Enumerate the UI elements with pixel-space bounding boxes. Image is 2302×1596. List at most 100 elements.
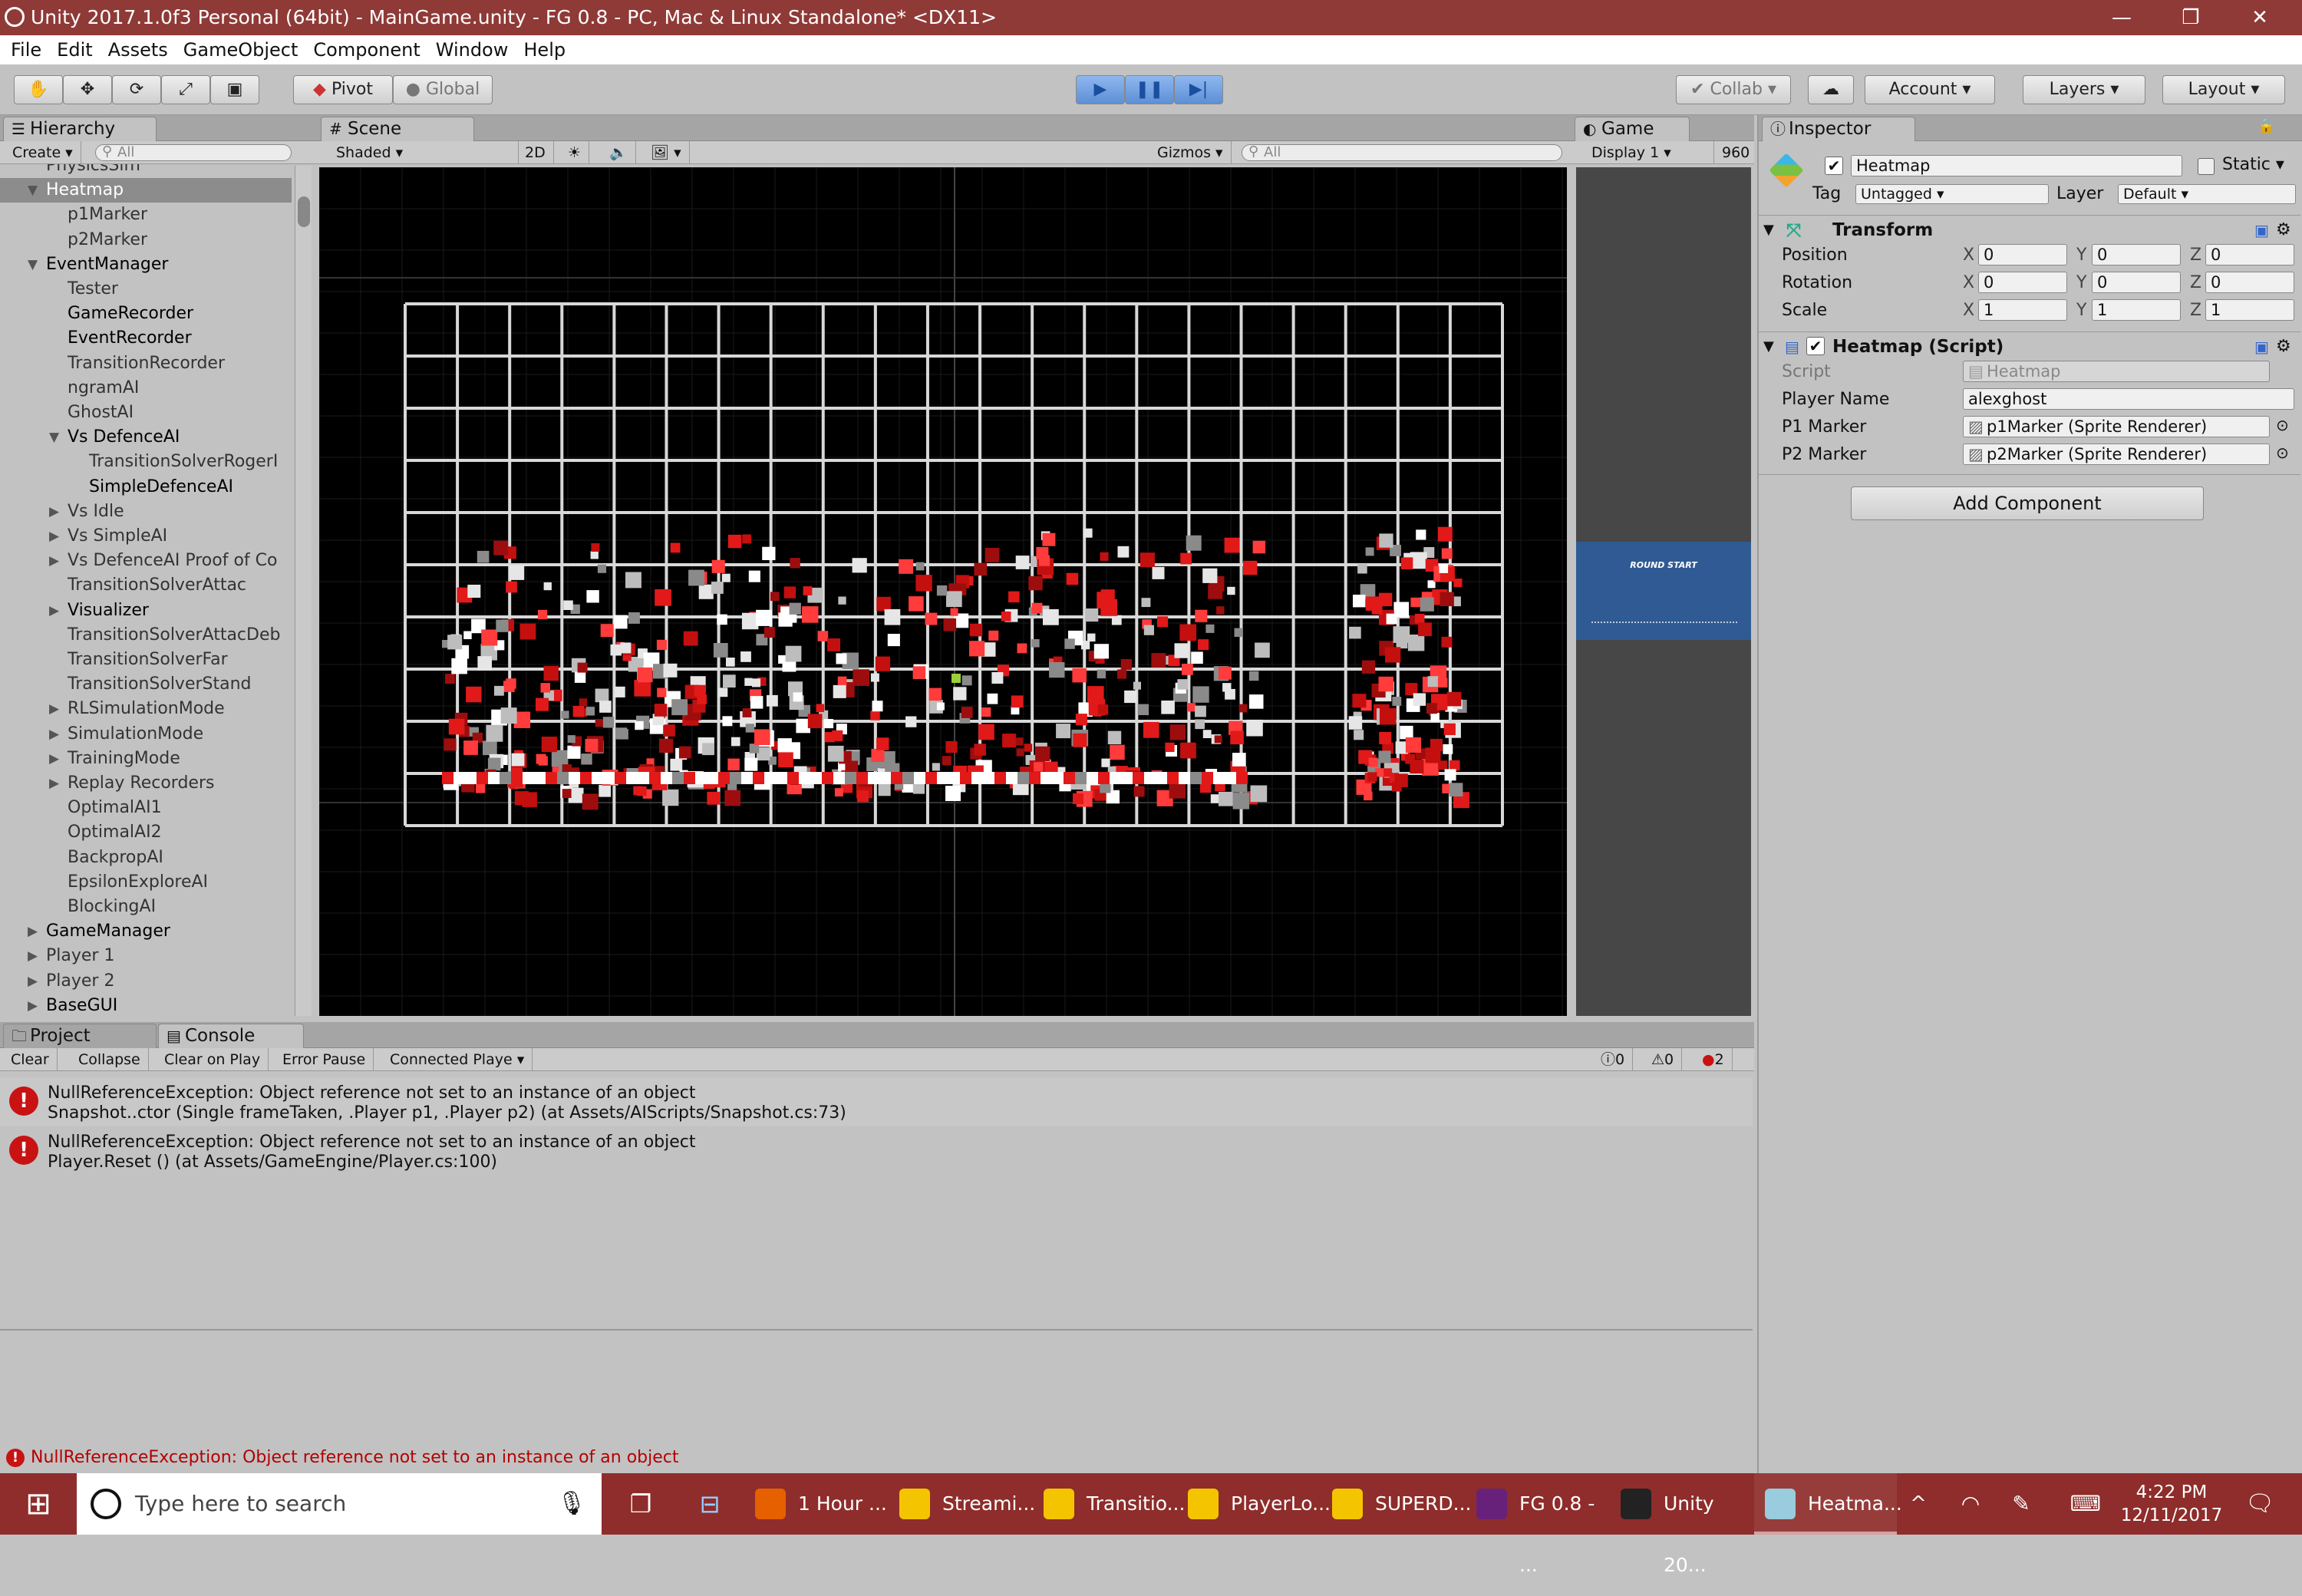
transform-field-y[interactable]: 1	[2092, 299, 2181, 321]
hierarchy-item[interactable]: TransitionRecorder	[0, 351, 292, 376]
taskbar-app-button[interactable]: SUPERD...	[1321, 1473, 1472, 1535]
expand-arrow-right-icon[interactable]: ▶	[49, 697, 59, 721]
expand-arrow-right-icon[interactable]: ▶	[49, 524, 59, 549]
resolution-dropdown[interactable]: 960	[1714, 141, 1759, 164]
hierarchy-item[interactable]: OptimalAI1	[0, 796, 292, 820]
game-view[interactable]: ROUND START	[1576, 167, 1751, 1016]
lock-icon[interactable]: 🔒	[2257, 118, 2274, 134]
lighting-toggle-icon[interactable]: ☀	[560, 141, 590, 164]
menu-file[interactable]: File	[0, 35, 46, 64]
object-picker-icon[interactable]: ⊙	[2276, 444, 2289, 462]
clear-button[interactable]: Clear	[3, 1048, 58, 1071]
close-button[interactable]: ✕	[2225, 0, 2294, 35]
transform-field-x[interactable]: 1	[1978, 299, 2067, 321]
object-name-field[interactable]: Heatmap	[1851, 155, 2182, 176]
transform-field-x[interactable]: 0	[1978, 272, 2067, 293]
expand-arrow-down-icon[interactable]: ▼	[49, 425, 59, 450]
layout-dropdown[interactable]: Layout ▾	[2162, 75, 2285, 104]
microphone-icon[interactable]: 🎙	[557, 1473, 586, 1535]
menu-gameobject[interactable]: GameObject	[173, 35, 303, 64]
tab-inspector[interactable]: ⓘ Inspector	[1762, 117, 1915, 141]
hierarchy-item[interactable]: ▶ Vs Idle	[0, 500, 292, 524]
step-button[interactable]: ▶|	[1174, 75, 1223, 104]
hierarchy-item[interactable]: TransitionSolverStand	[0, 672, 292, 697]
connected-player-dropdown[interactable]: Connected Playe ▾	[382, 1048, 533, 1071]
gear-icon[interactable]: ⚙	[2276, 216, 2291, 245]
hierarchy-item[interactable]: TransitionSolverRogerI	[0, 450, 292, 474]
active-checkbox[interactable]: ✔	[1825, 157, 1843, 175]
collab-dropdown[interactable]: ✔ Collab ▾	[1676, 75, 1791, 104]
scroll-thumb[interactable]	[298, 196, 310, 227]
help-icon[interactable]: ▣	[2254, 332, 2269, 361]
expand-arrow-right-icon[interactable]: ▶	[49, 500, 59, 524]
rotate-tool-button[interactable]: ⟳	[112, 75, 161, 104]
collapse-button[interactable]: Collapse	[71, 1048, 149, 1071]
hierarchy-item[interactable]: ▶ Replay Recorders	[0, 771, 292, 796]
object-picker-icon[interactable]: ⊙	[2276, 416, 2289, 434]
task-view-icon[interactable]: ❐	[614, 1473, 668, 1535]
transform-header[interactable]: ▼ ⤧ Transform ▣ ⚙	[1759, 215, 2300, 244]
transform-field-x[interactable]: 0	[1978, 244, 2067, 265]
transform-field-z[interactable]: 1	[2205, 299, 2294, 321]
hierarchy-item[interactable]: p1Marker	[0, 203, 292, 227]
hierarchy-item[interactable]: PhysicsSim	[0, 164, 292, 178]
transform-field-y[interactable]: 0	[2092, 272, 2181, 293]
shading-dropdown[interactable]: Shaded ▾	[328, 141, 519, 164]
move-tool-button[interactable]: ✥	[63, 75, 112, 104]
effects-dropdown-icon[interactable]: 🖼 ▾	[643, 141, 690, 164]
window-title-bar[interactable]: Unity 2017.1.0f3 Personal (64bit) - Main…	[0, 0, 2302, 35]
hierarchy-item[interactable]: TransitionSolverAttacDeb	[0, 623, 292, 648]
hierarchy-item[interactable]: ▶ Player 1	[0, 944, 292, 968]
pause-button[interactable]: ❚❚	[1125, 75, 1174, 104]
minimize-button[interactable]: —	[2087, 0, 2156, 35]
hierarchy-item[interactable]: Tester	[0, 277, 292, 302]
hierarchy-item[interactable]: BackpropAI	[0, 846, 292, 870]
transform-field-y[interactable]: 0	[2092, 244, 2181, 265]
heatmap-script-header[interactable]: ▼ ▤ ✔ Heatmap (Script) ▣ ⚙	[1759, 331, 2300, 361]
hierarchy-item[interactable]: p2Marker	[0, 228, 292, 252]
display-dropdown[interactable]: Display 1 ▾	[1584, 141, 1714, 164]
expand-arrow-right-icon[interactable]: ▶	[49, 771, 59, 796]
create-dropdown[interactable]: Create ▾	[5, 141, 81, 164]
gear-icon[interactable]: ⚙	[2276, 332, 2291, 361]
hierarchy-item[interactable]: GhostAI	[0, 401, 292, 425]
transform-field-z[interactable]: 0	[2205, 244, 2294, 265]
help-icon[interactable]: ▣	[2254, 216, 2269, 245]
expand-arrow-down-icon[interactable]: ▼	[28, 252, 38, 277]
taskbar-app-button[interactable]: FG 0.8 - ...	[1466, 1473, 1608, 1576]
status-bar[interactable]: ! NullReferenceException: Object referen…	[0, 1443, 1753, 1473]
tab-hierarchy[interactable]: ☰ Hierarchy	[3, 117, 157, 141]
hand-tool-button[interactable]: ✋	[14, 75, 63, 104]
hierarchy-item[interactable]: ▶ GameManager	[0, 919, 292, 944]
maximize-button[interactable]: ❐	[2156, 0, 2225, 35]
taskbar-app-button[interactable]: 1 Hour ...	[744, 1473, 887, 1535]
hierarchy-item[interactable]: TransitionSolverAttac	[0, 573, 292, 598]
hierarchy-item[interactable]: ▶ SimulationMode	[0, 722, 292, 747]
hierarchy-item[interactable]: ▼ Vs DefenceAI	[0, 425, 292, 450]
expand-arrow-right-icon[interactable]: ▶	[49, 598, 59, 623]
cloud-button[interactable]: ☁	[1808, 75, 1854, 104]
hierarchy-item[interactable]: EventRecorder	[0, 326, 292, 351]
player-name-field[interactable]: alexghost	[1963, 388, 2294, 410]
log-entry[interactable]: ! NullReferenceException: Object referen…	[0, 1077, 1753, 1126]
script-enabled-checkbox[interactable]: ✔	[1806, 337, 1825, 355]
p2-marker-field[interactable]: ▨ p2Marker (Sprite Renderer)	[1963, 444, 2270, 465]
console-detail-divider[interactable]	[0, 1329, 1753, 1331]
tab-scene[interactable]: # Scene	[321, 117, 474, 141]
info-count-toggle[interactable]: ⓘ0	[1593, 1048, 1634, 1071]
warning-count-toggle[interactable]: ⚠0	[1644, 1048, 1683, 1071]
add-component-button[interactable]: Add Component	[1851, 486, 2204, 520]
network-app-icon[interactable]: ⊟	[683, 1473, 737, 1535]
hierarchy-item[interactable]: BlockingAI	[0, 895, 292, 919]
hierarchy-item[interactable]: GameRecorder	[0, 302, 292, 326]
hierarchy-item[interactable]: ▶ BaseGUI	[0, 994, 292, 1016]
expand-arrow-right-icon[interactable]: ▶	[49, 747, 59, 771]
tab-game[interactable]: ◐ Game	[1575, 117, 1690, 141]
p1-marker-field[interactable]: ▨ p1Marker (Sprite Renderer)	[1963, 416, 2270, 437]
layers-dropdown[interactable]: Layers ▾	[2023, 75, 2145, 104]
rect-tool-button[interactable]: ▣	[210, 75, 259, 104]
tab-console[interactable]: ▤ Console	[158, 1024, 304, 1048]
hierarchy-item[interactable]: EpsilonExploreAI	[0, 870, 292, 895]
hierarchy-item[interactable]: OptimalAI2	[0, 820, 292, 845]
scale-tool-button[interactable]: ⤢	[161, 75, 210, 104]
